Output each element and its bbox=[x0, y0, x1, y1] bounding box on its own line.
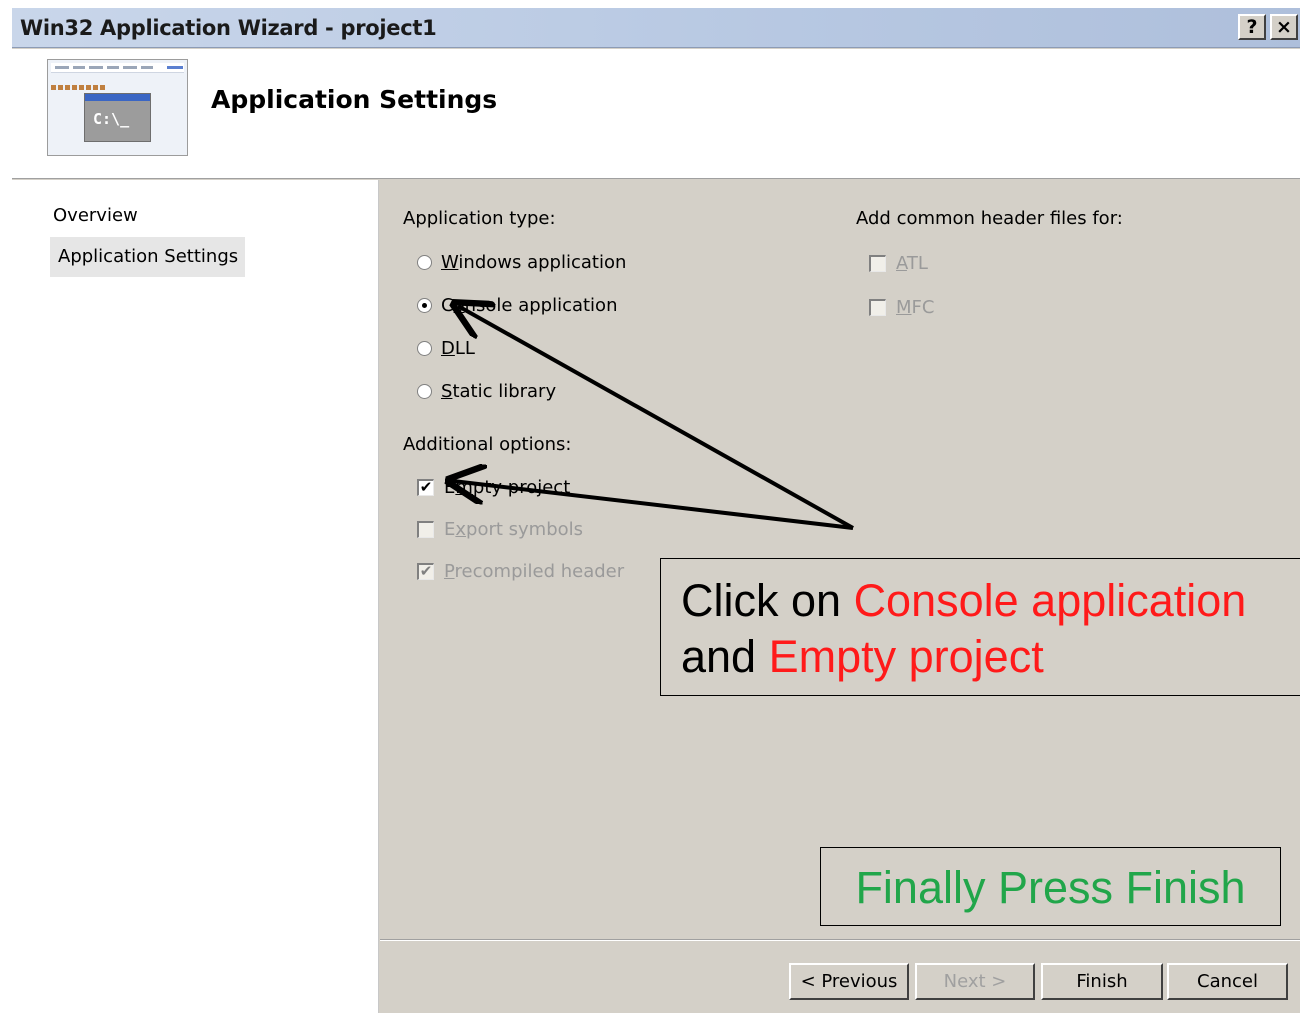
checkbox-checked[interactable]: ✔ bbox=[417, 479, 434, 496]
radio-button[interactable] bbox=[417, 341, 432, 356]
checkbox-checked[interactable]: ✔ bbox=[417, 563, 434, 580]
wizard-header: C:\_ Application Settings bbox=[12, 49, 1300, 179]
checkbox[interactable] bbox=[417, 521, 434, 538]
finish-callout: Finally Press Finish bbox=[820, 847, 1281, 926]
help-button[interactable]: ? bbox=[1238, 14, 1266, 40]
checkbox[interactable] bbox=[869, 299, 886, 316]
window-title: Win32 Application Wizard - project1 bbox=[20, 16, 437, 40]
radio-dll[interactable]: DLL bbox=[417, 338, 475, 359]
next-button[interactable]: Next > bbox=[915, 963, 1035, 1000]
radio-button[interactable] bbox=[417, 255, 432, 270]
instruction-callout: Click on Console application and Empty p… bbox=[660, 558, 1300, 696]
radio-windows-application[interactable]: Windows application bbox=[417, 252, 626, 273]
radio-button[interactable] bbox=[417, 384, 432, 399]
nav-item-overview[interactable]: Overview bbox=[53, 205, 138, 226]
close-button[interactable]: × bbox=[1270, 14, 1298, 40]
finish-button[interactable]: Finish bbox=[1041, 963, 1163, 1000]
radio-button-selected[interactable] bbox=[417, 298, 432, 313]
nav-item-application-settings[interactable]: Application Settings bbox=[50, 237, 245, 277]
checkbox-atl[interactable]: ATL bbox=[869, 253, 928, 274]
checkbox-export-symbols[interactable]: Export symbols bbox=[417, 519, 583, 540]
wizard-nav: Overview Application Settings bbox=[12, 180, 379, 1013]
radio-console-application[interactable]: Console application bbox=[417, 295, 617, 316]
button-bar: < Previous Next > Finish Cancel bbox=[380, 940, 1300, 1013]
checkbox-precompiled-header[interactable]: ✔ Precompiled header bbox=[417, 561, 624, 582]
title-bar: Win32 Application Wizard - project1 ? × bbox=[12, 8, 1300, 48]
cancel-button[interactable]: Cancel bbox=[1167, 963, 1288, 1000]
additional-options-label: Additional options: bbox=[403, 434, 572, 455]
radio-static-library[interactable]: Static library bbox=[417, 381, 556, 402]
checkbox[interactable] bbox=[869, 255, 886, 272]
checkbox-mfc[interactable]: MFC bbox=[869, 297, 934, 318]
console-app-icon: C:\_ bbox=[47, 59, 188, 156]
previous-button[interactable]: < Previous bbox=[789, 963, 909, 1000]
page-title: Application Settings bbox=[211, 85, 498, 114]
header-files-label: Add common header files for: bbox=[856, 208, 1123, 229]
application-type-label: Application type: bbox=[403, 208, 556, 229]
checkbox-empty-project[interactable]: ✔ Empty project bbox=[417, 477, 570, 498]
